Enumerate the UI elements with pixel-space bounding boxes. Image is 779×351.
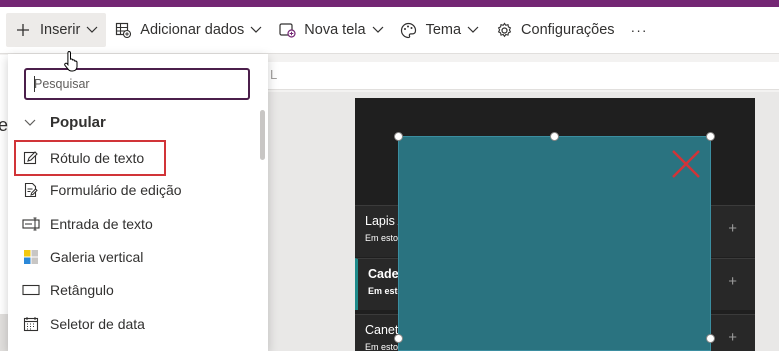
command-bar: Inserir Adicionar dados Nova tela Tema C… (0, 7, 779, 54)
formula-bar[interactable]: L (268, 62, 779, 90)
theme-label: Tema (425, 22, 462, 38)
add-data-button[interactable]: Adicionar dados (106, 13, 270, 47)
settings-label: Configurações (521, 22, 615, 38)
chevron-down-icon (86, 24, 98, 36)
gallery-icon (22, 248, 40, 266)
more-label: ··· (630, 22, 648, 38)
search-placeholder: Pesquisar (34, 77, 90, 91)
table-add-icon (114, 21, 132, 39)
gallery-item-sub: Em esto (365, 342, 399, 351)
chevron-down-icon (250, 24, 262, 36)
plus-icon (14, 21, 32, 39)
insert-label: Inserir (40, 22, 81, 38)
insert-item-label: Galeria vertical (50, 249, 144, 265)
selected-rectangle[interactable] (398, 136, 711, 351)
gallery-item-sub: Em esto (365, 233, 399, 243)
rectangle-icon (22, 281, 40, 299)
resize-handle[interactable] (394, 132, 403, 141)
scrollbar-thumb[interactable] (260, 110, 265, 160)
chevron-down-icon (372, 24, 384, 36)
insert-item-vertical-gallery[interactable]: Galeria vertical (16, 241, 254, 273)
form-edit-icon (22, 181, 40, 199)
theme-button[interactable]: Tema (392, 13, 487, 47)
add-icon[interactable]: + (728, 329, 737, 346)
insert-item-label: Formulário de edição (50, 182, 182, 198)
hand-cursor-icon (64, 50, 78, 72)
insert-item-label: Rótulo de texto (50, 150, 145, 166)
pencil-edit-icon (22, 149, 40, 167)
insert-item-rectangle[interactable]: Retângulo (16, 274, 254, 306)
formula-text: L (270, 67, 278, 82)
insert-item-text-input[interactable]: Entrada de texto (16, 208, 254, 240)
text-input-icon (22, 215, 40, 233)
insert-item-label: Entrada de texto (50, 216, 153, 232)
insert-item-label: Retângulo (50, 282, 114, 298)
chevron-down-icon (24, 117, 36, 129)
insert-item-date-picker[interactable]: Seletor de data (16, 308, 254, 340)
insert-item-edit-form[interactable]: Formulário de edição (16, 174, 254, 206)
insert-item-label: Seletor de data (50, 316, 145, 332)
add-icon[interactable]: + (728, 220, 737, 237)
resize-handle[interactable] (550, 132, 559, 141)
app-top-accent-bar (0, 0, 779, 7)
section-popular-header[interactable]: Popular (24, 114, 106, 131)
more-button[interactable]: ··· (623, 13, 656, 47)
section-title: Popular (50, 114, 106, 131)
settings-button[interactable]: Configurações (487, 13, 623, 47)
search-input[interactable]: Pesquisar (24, 68, 250, 100)
chevron-down-icon (467, 24, 479, 36)
resize-handle[interactable] (394, 334, 403, 343)
gallery-item-name: Canet (365, 323, 399, 337)
insert-panel: Pesquisar Popular Rótulo de texto Formul… (8, 54, 268, 351)
new-screen-label: Nova tela (304, 22, 366, 38)
left-panel-edge: e (0, 55, 8, 351)
palette-icon (400, 21, 418, 39)
resize-handle[interactable] (706, 334, 715, 343)
resize-handle[interactable] (706, 132, 715, 141)
new-screen-button[interactable]: Nova tela (270, 13, 391, 47)
add-icon[interactable]: + (728, 273, 737, 290)
insert-button[interactable]: Inserir (6, 13, 107, 47)
add-data-label: Adicionar dados (140, 22, 245, 38)
new-screen-icon (278, 21, 296, 39)
close-icon[interactable] (670, 148, 702, 180)
gear-icon (495, 21, 513, 39)
calendar-icon (22, 315, 40, 333)
insert-item-text-label[interactable]: Rótulo de texto (14, 140, 166, 176)
left-panel-footer (0, 314, 8, 351)
left-panel-text: e (0, 115, 9, 135)
